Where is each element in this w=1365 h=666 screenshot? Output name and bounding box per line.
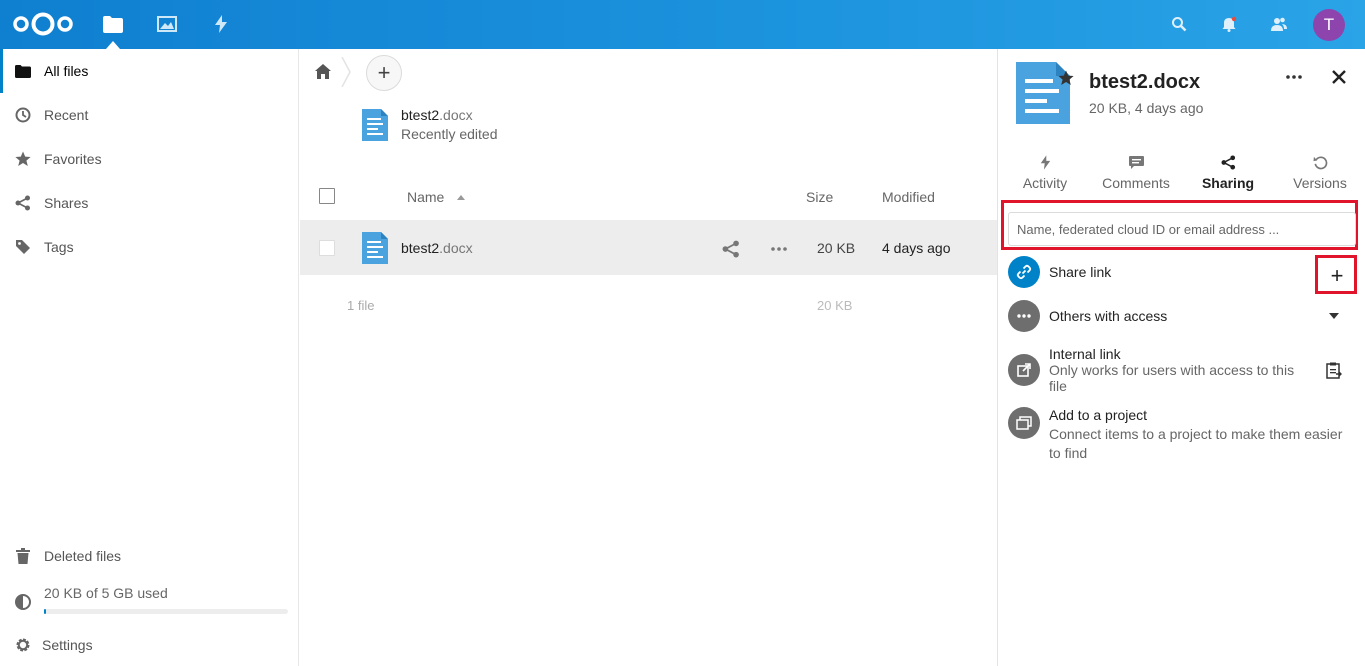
quota-text: 20 KB of 5 GB used <box>44 585 168 601</box>
photos-app-icon[interactable] <box>155 12 179 36</box>
activity-icon <box>1036 153 1054 171</box>
tab-comments[interactable]: Comments <box>1091 153 1181 193</box>
nav-label: Recent <box>44 107 89 123</box>
notifications-icon[interactable] <box>1218 13 1240 35</box>
internal-link-title: Internal link <box>1049 346 1121 362</box>
user-avatar[interactable]: T <box>1313 9 1345 41</box>
breadcrumb-separator <box>341 57 351 87</box>
recent-file-status: Recently edited <box>401 126 498 142</box>
tag-icon <box>14 238 32 256</box>
nav-label: Deleted files <box>44 548 122 564</box>
share-recipient-input[interactable] <box>1008 212 1356 246</box>
files-app-icon[interactable] <box>101 12 125 36</box>
favorite-star-icon[interactable] <box>1058 70 1074 86</box>
column-modified[interactable]: Modified <box>882 189 935 205</box>
column-name[interactable]: Name <box>407 189 444 205</box>
external-link-icon <box>1008 354 1040 386</box>
chevron-down-icon[interactable] <box>1329 313 1339 319</box>
more-options-icon[interactable] <box>769 240 789 258</box>
folder-icon <box>14 62 32 80</box>
new-file-button[interactable]: + <box>366 55 402 91</box>
file-modified: 4 days ago <box>882 240 951 256</box>
add-to-project-description: Connect items to a project to make them … <box>1049 426 1343 461</box>
clipboard-icon[interactable] <box>1326 362 1342 379</box>
nextcloud-logo[interactable] <box>12 10 74 38</box>
add-share-link-button[interactable]: + <box>1316 257 1358 295</box>
nav-item-favorites[interactable]: Favorites <box>0 137 298 181</box>
nav-item-recent[interactable]: Recent <box>0 93 298 137</box>
tab-label: Comments <box>1102 175 1170 191</box>
contacts-icon[interactable] <box>1268 13 1290 35</box>
home-icon[interactable] <box>314 63 332 81</box>
tab-versions[interactable]: Versions <box>1275 153 1365 193</box>
comment-icon <box>1127 153 1145 171</box>
tab-activity[interactable]: Activity <box>1000 153 1090 193</box>
quota-bar <box>44 609 288 614</box>
column-size[interactable]: Size <box>806 189 833 205</box>
file-name[interactable]: btest2.docx <box>401 240 473 256</box>
nav-label: Shares <box>44 195 89 211</box>
summary-file-count: 1 file <box>347 298 375 313</box>
share-icon[interactable] <box>722 240 740 258</box>
top-header: T <box>0 0 1365 49</box>
history-icon <box>1311 153 1329 171</box>
tab-label: Sharing <box>1201 175 1255 191</box>
sort-ascending-icon <box>457 195 465 200</box>
share-icon <box>14 194 32 212</box>
add-to-project-row[interactable]: Add to a project Connect items to a proj… <box>1008 407 1358 463</box>
share-icon <box>1219 153 1237 171</box>
others-with-access-row[interactable]: Others with access <box>1008 300 1358 334</box>
recent-file-name: btest2.docx <box>401 107 473 123</box>
nav-label: Tags <box>44 239 74 255</box>
details-sidebar: btest2.docx 20 KB, 4 days ago Activity C… <box>997 49 1365 666</box>
add-to-project-title: Add to a project <box>1049 407 1148 423</box>
trash-icon <box>14 547 32 565</box>
file-table-header: Name Size Modified <box>300 173 997 221</box>
nav-item-deleted-files[interactable]: Deleted files <box>0 534 298 578</box>
pie-chart-icon <box>14 593 32 611</box>
file-row[interactable]: btest2.docx 20 KB 4 days ago <box>300 221 997 275</box>
link-icon <box>1008 256 1040 288</box>
row-checkbox[interactable] <box>319 240 335 256</box>
activity-app-icon[interactable] <box>209 12 233 36</box>
tab-label: Versions <box>1293 175 1347 191</box>
more-options-icon[interactable] <box>1284 68 1304 86</box>
sidebar-file-title: btest2.docx <box>1089 71 1201 93</box>
nav-item-all-files[interactable]: All files <box>0 49 298 93</box>
active-app-marker <box>106 41 120 49</box>
tab-label: Activity <box>1022 175 1068 191</box>
internal-link-row: Internal link Only works for users with … <box>1008 346 1358 394</box>
left-navigation: All files Recent Favorites Shares Tags D… <box>0 49 299 666</box>
document-icon <box>362 232 388 264</box>
document-icon <box>362 109 388 141</box>
nav-label: Settings <box>42 637 93 653</box>
share-link-label: Share link <box>1049 264 1112 280</box>
nav-item-shares[interactable]: Shares <box>0 181 298 225</box>
nav-item-tags[interactable]: Tags <box>0 225 298 269</box>
close-icon[interactable] <box>1330 68 1348 86</box>
nav-label: All files <box>44 63 89 79</box>
project-icon <box>1008 407 1040 439</box>
summary-total-size: 20 KB <box>817 298 853 313</box>
internal-link-description: Only works for users with access to this… <box>1049 362 1295 394</box>
tab-sharing[interactable]: Sharing <box>1183 153 1273 193</box>
more-icon <box>1008 300 1040 332</box>
share-link-row: Share link <box>1008 256 1358 290</box>
nav-item-settings[interactable]: Settings <box>0 623 298 666</box>
file-size: 20 KB <box>817 240 856 256</box>
sidebar-file-meta: 20 KB, 4 days ago <box>1089 100 1204 116</box>
clock-icon <box>14 106 32 124</box>
others-with-access-label: Others with access <box>1049 308 1168 324</box>
gear-icon <box>14 636 32 654</box>
select-all-checkbox[interactable] <box>319 188 335 204</box>
star-icon <box>14 150 32 168</box>
search-icon[interactable] <box>1168 13 1190 35</box>
nav-label: Favorites <box>44 151 102 167</box>
recent-file-card[interactable]: btest2.docx Recently edited <box>362 107 662 147</box>
files-main-area: + btest2.docx Recently edited Name Size … <box>300 49 997 666</box>
